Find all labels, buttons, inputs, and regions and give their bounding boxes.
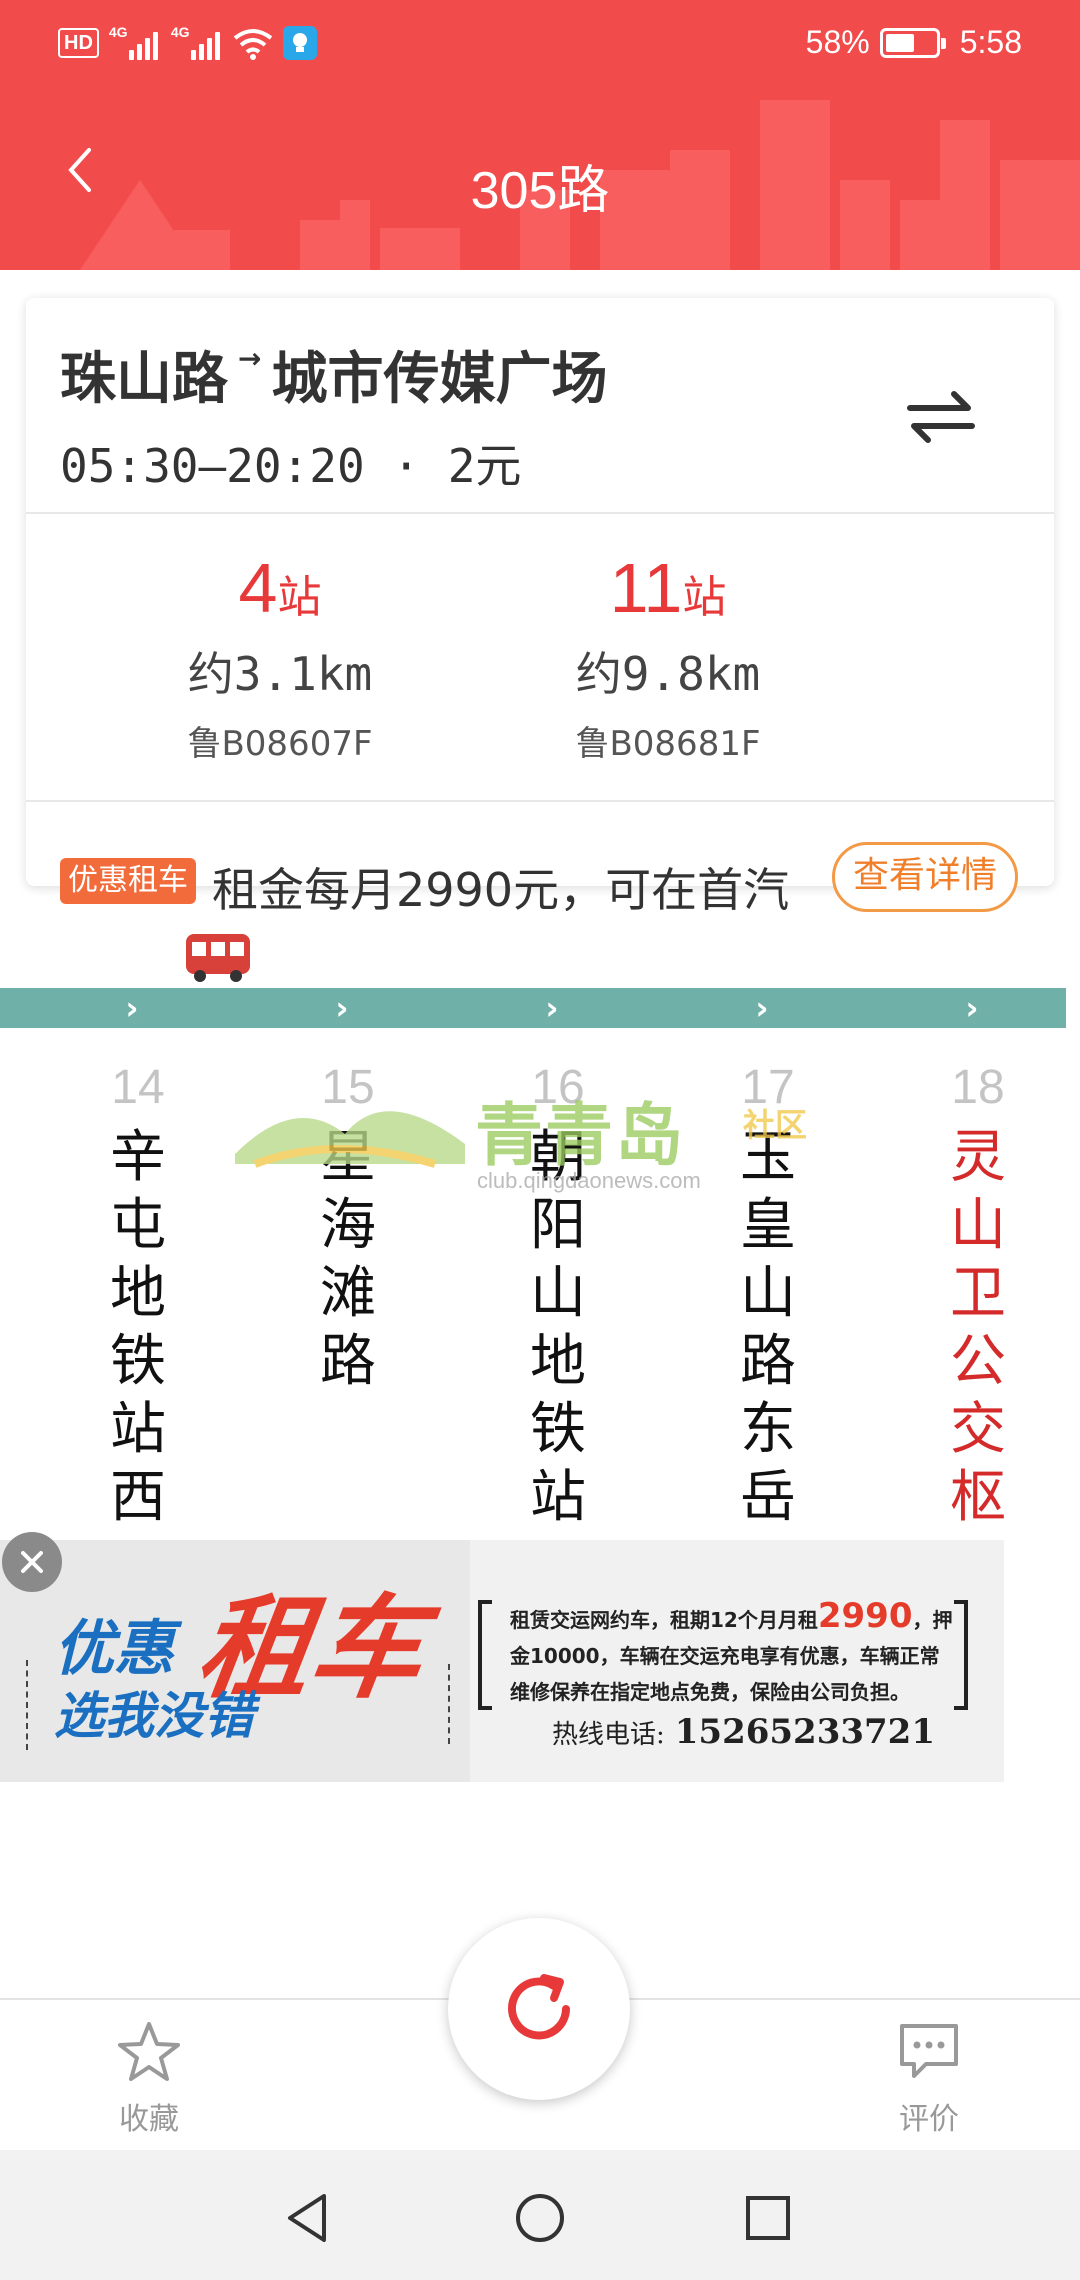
plate-number: 鲁B08607F [187,724,373,764]
bus-arrival-2[interactable]: 11站 约9.8km 鲁B08681F [518,548,818,765]
route-line: › › › › › [0,988,1066,1028]
hd-voice-icon: HD [58,28,99,58]
bus-arrival-1[interactable]: 4站 约3.1km 鲁B08607F [130,548,430,765]
nav-back-button[interactable] [278,2188,338,2248]
triangle-back-icon [288,2194,326,2242]
stops-away: 11站 [609,549,727,627]
station-stop[interactable]: 16 朝阳山地铁站 [498,1060,618,1532]
route-card: 珠山路 → 城市传媒广场 05:30—20:20 · 2元 4站 约3.1km … [26,298,1054,886]
station-name: 辛屯地铁站西 [110,1125,166,1530]
clock: 5:58 [959,24,1022,60]
ad-banner[interactable]: 优惠 租车 选我没错 租赁交运网约车，租期12个月月租2990，押金10000，… [0,1540,1004,1782]
star-icon [118,2022,180,2081]
screen: HD 4G 4G 58% 5:58 305路 珠山路 → 城市传媒广场 05:3… [0,0,1080,2280]
wifi-icon [233,29,273,60]
favorite-button[interactable]: 收藏 [74,2020,224,2138]
nav-recents-button[interactable] [738,2188,798,2248]
system-nav-bar [0,2150,1080,2280]
status-right: 58% 5:58 [806,24,1022,61]
station-number: 14 [111,1061,165,1114]
battery-percent: 58% [805,24,870,60]
status-left: HD 4G 4G [58,24,317,60]
view-details-button[interactable]: 查看详情 [832,842,1018,912]
ad-decoration [448,1664,450,1744]
station-name: 玉皇山路东岳 [740,1125,796,1530]
ad-description: 租赁交运网约车，租期12个月月租2990，押金10000，车辆在交运充电享有优惠… [510,1596,953,1704]
station-stop[interactable]: 17 玉皇山路东岳 [708,1060,828,1532]
ad-bracket [478,1600,492,1710]
station-name: 星海滩路 [320,1125,376,1394]
comment-icon [900,2024,958,2078]
network-type-label-2: 4G [170,24,190,40]
promo-tag: 优惠租车 [60,858,196,904]
stops-away: 4站 [238,549,322,627]
close-icon [21,1551,43,1573]
station-stop[interactable]: 15 星海滩路 [288,1060,408,1532]
chevron-right-icon: › [335,989,349,1027]
square-recents-icon [746,2196,790,2240]
divider [26,512,1054,514]
promo-row: 优惠租车 租金每月2990元，可在首汽 查看详情 [60,842,1020,920]
ad-price: 2990 [817,1596,913,1636]
ad-decoration [26,1660,28,1750]
station-number: 16 [531,1061,585,1114]
status-bar: HD 4G 4G 58% 5:58 [0,0,1080,95]
cell-signal-icon-2: 4G [170,24,223,60]
network-type-label: 4G [108,24,128,40]
station-number: 17 [741,1061,795,1114]
chevron-right-icon: › [125,989,139,1027]
chevron-right-icon: › [545,989,559,1027]
header: HD 4G 4G 58% 5:58 305路 [0,0,1080,270]
swap-icon [907,391,975,443]
promo-text: 租金每月2990元，可在首汽 [212,863,790,917]
arrow-right-icon: → [238,342,262,375]
route-direction: 珠山路 → 城市传媒广场 [60,334,607,415]
notification-bulb-icon [282,26,317,60]
ad-subheadline: 选我没错 [54,1687,254,1745]
review-label: 评价 [899,2102,959,2137]
distance: 约9.8km [575,647,761,701]
station-number: 18 [951,1061,1005,1114]
chevron-right-icon: › [965,989,979,1027]
review-button[interactable]: 评价 [854,2020,1004,2138]
station-name: 朝阳山地铁站 [530,1125,586,1530]
station-stop-current[interactable]: 18 灵山卫公交枢 [918,1060,1038,1532]
favorite-label: 收藏 [119,2102,179,2137]
route-destination: 城市传媒广场 [271,347,608,412]
station-number: 15 [321,1061,375,1114]
page-title: 305路 [470,162,610,220]
station-name: 灵山卫公交枢 [950,1125,1006,1530]
chevron-right-icon: › [755,989,769,1027]
battery-icon [879,27,946,58]
close-ad-button[interactable] [2,1532,62,1592]
ad-headline: 优惠 [54,1614,174,1684]
cell-signal-icon: 4G [108,24,161,60]
route-origin: 珠山路 [60,347,228,412]
distance: 约3.1km [187,647,373,701]
battery-level [885,33,914,52]
route-hours-fare: 05:30—20:20 · 2元 [60,439,522,493]
circle-home-icon [516,2194,564,2242]
ad-hotline: 热线电话: 15265233721 [552,1712,935,1752]
station-stop[interactable]: 14 辛屯地铁站西 [78,1060,198,1532]
refresh-icon [508,1974,570,2040]
refresh-button[interactable] [448,1918,630,2100]
divider [26,800,1054,802]
bus-icon[interactable] [184,932,252,984]
plate-number: 鲁B08681F [575,724,761,764]
swap-direction-button[interactable] [904,386,978,446]
nav-home-button[interactable] [510,2188,570,2248]
